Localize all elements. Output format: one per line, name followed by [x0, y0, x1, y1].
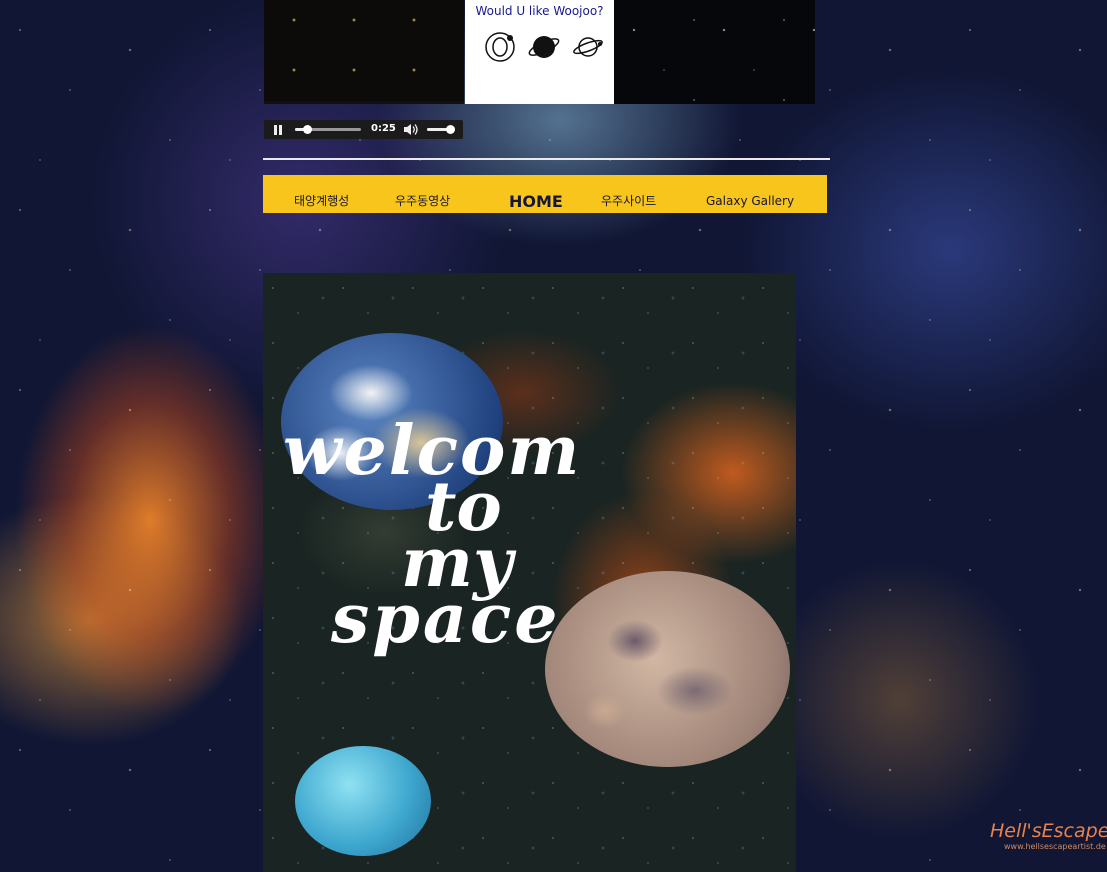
main-nav: 태양계행성 우주동영상 HOME 우주사이트 Galaxy Gallery — [263, 175, 827, 213]
pause-icon[interactable] — [272, 123, 286, 137]
volume-slider[interactable] — [427, 125, 456, 134]
saturn-icon — [528, 36, 560, 58]
hero-banner: welcom to my space — [263, 273, 796, 872]
watermark-url: www.hellsescapeartist.de — [1004, 842, 1106, 851]
seek-slider[interactable] — [295, 125, 361, 134]
woojoo-promo[interactable]: Would U like Woojoo? — [465, 0, 614, 104]
welcome-line-1: welcom — [283, 411, 582, 491]
nav-item-space-sites[interactable]: 우주사이트 — [601, 175, 656, 213]
volume-icon[interactable] — [403, 123, 419, 136]
nav-item-space-videos[interactable]: 우주동영상 — [395, 175, 450, 213]
ringed-planet-icon — [573, 37, 603, 57]
nav-item-solar-planets[interactable]: 태양계행성 — [294, 175, 349, 213]
current-time: 0:25 — [371, 123, 396, 134]
galaxy-image-left — [264, 0, 464, 104]
orbit-planet-icon — [485, 32, 515, 62]
artist-watermark: Hell'sEscape www.hellsescapeartist.de — [990, 820, 1107, 851]
volume-knob[interactable] — [446, 125, 456, 134]
welcome-heading: welcom to my space — [263, 411, 796, 659]
nav-item-galaxy-gallery[interactable]: Galaxy Gallery — [706, 175, 794, 213]
neptune-image — [295, 746, 431, 856]
watermark-brand: Hell'sEscape — [990, 820, 1107, 842]
promo-title: Would U like Woojoo? — [475, 4, 604, 18]
divider — [263, 158, 830, 160]
galaxy-image-right — [614, 0, 815, 104]
seek-knob[interactable] — [302, 125, 312, 134]
audio-player[interactable]: 0:25 — [264, 120, 463, 139]
nav-item-home[interactable]: HOME — [509, 175, 563, 213]
welcome-line-4: space — [331, 579, 561, 659]
